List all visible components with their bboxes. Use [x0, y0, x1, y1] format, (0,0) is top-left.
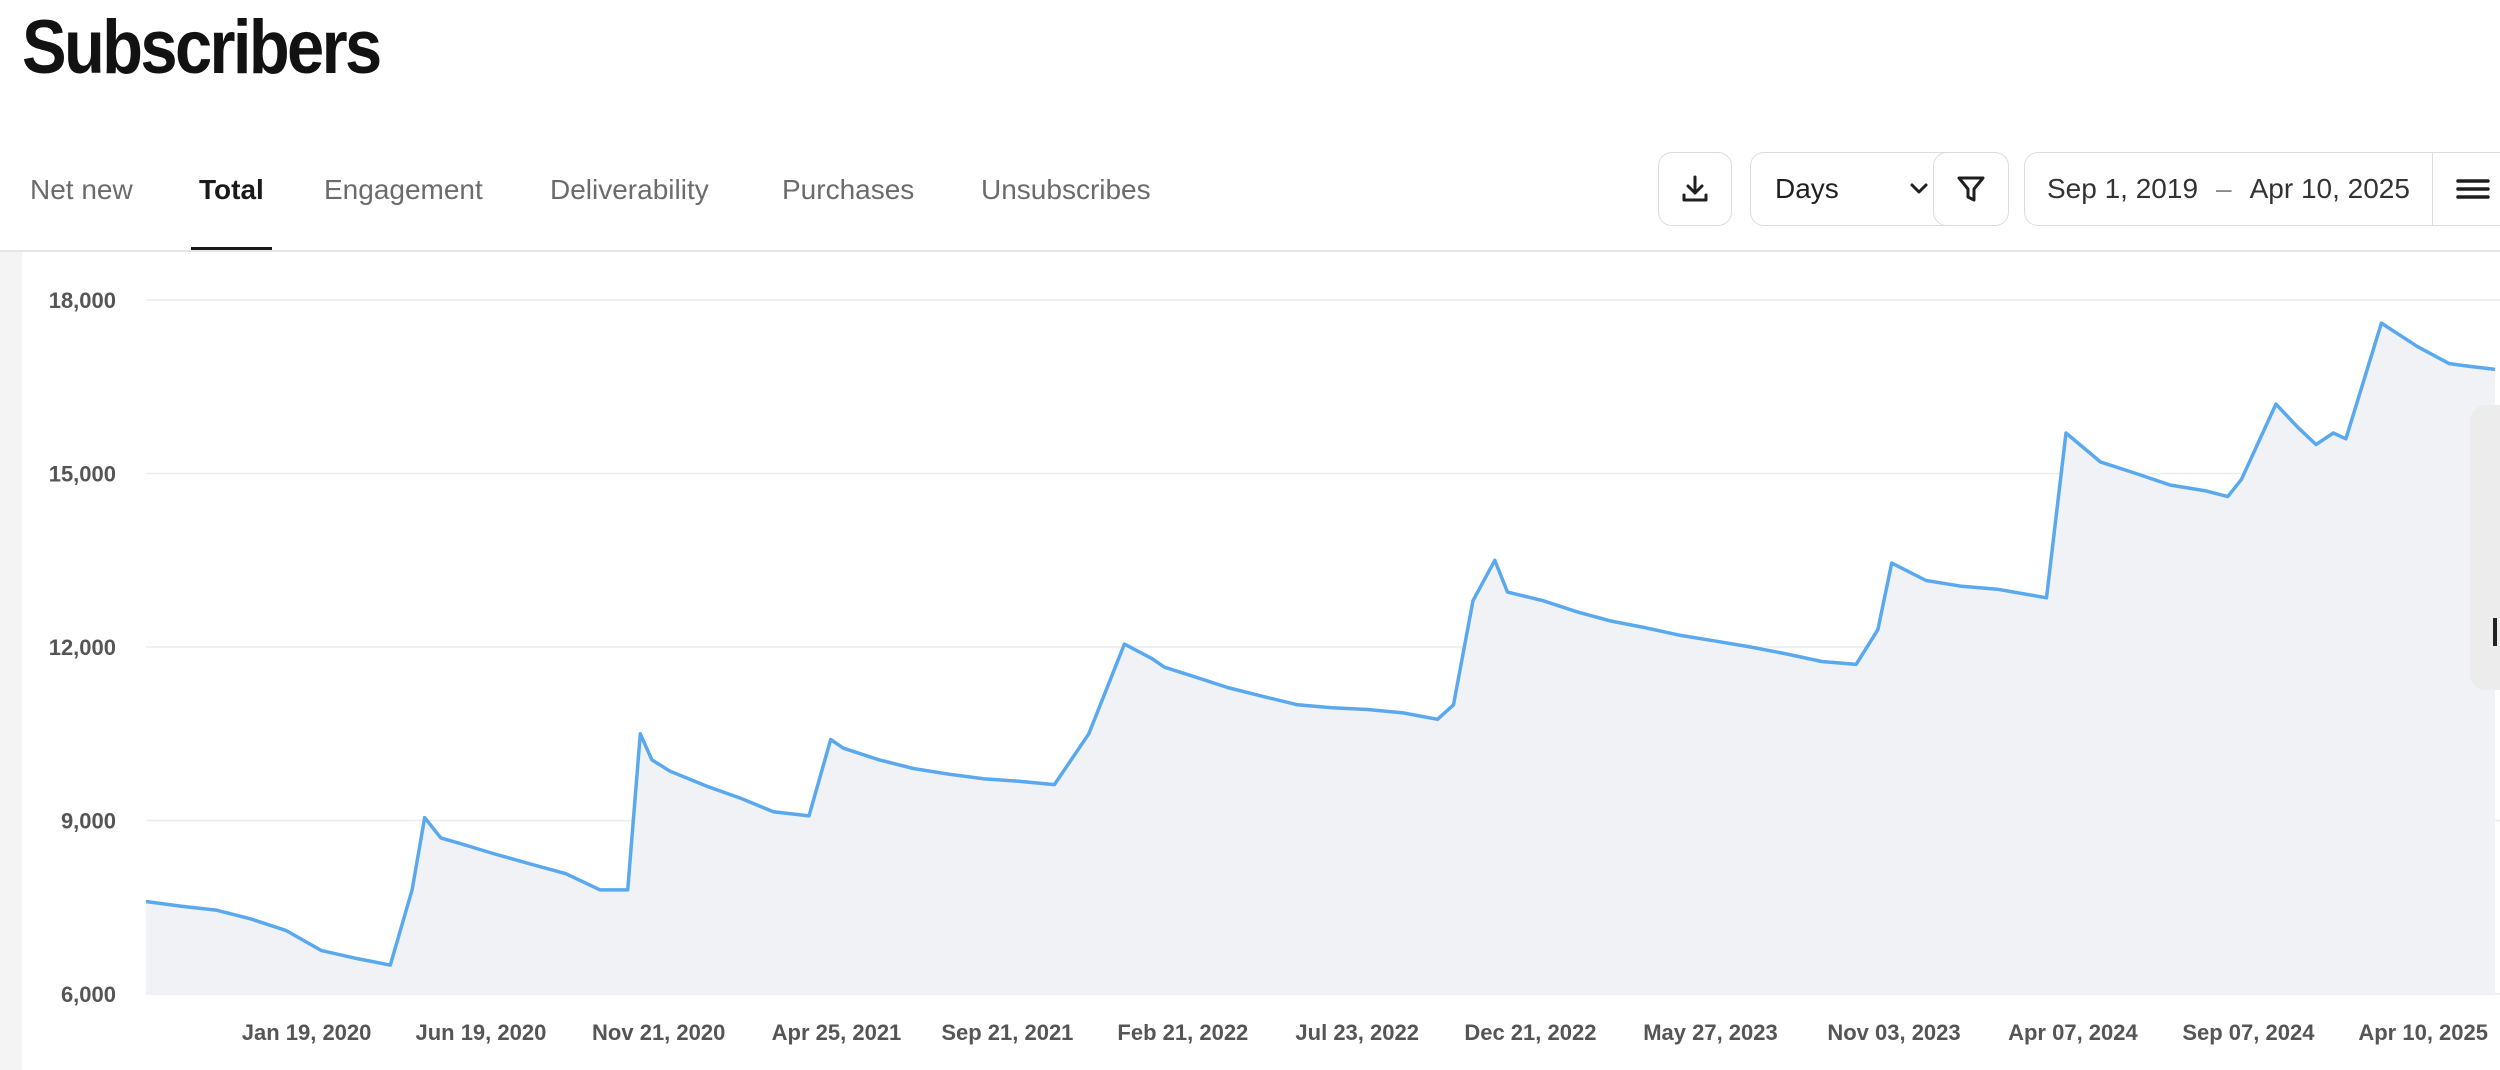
tab-label: Net new — [30, 174, 133, 205]
tab-net-new[interactable]: Net new — [30, 150, 133, 250]
x-tick-label: Apr 10, 2025 — [2358, 1020, 2488, 1045]
date-start: Sep 1, 2019 — [2047, 173, 2199, 204]
tab-label: Purchases — [782, 174, 915, 205]
y-tick-label: 18,000 — [49, 288, 116, 313]
granularity-value: Days — [1775, 173, 1839, 204]
x-tick-label: Jan 19, 2020 — [242, 1020, 372, 1045]
tab-total[interactable]: Total — [191, 150, 272, 250]
page-title: Subscribers — [22, 5, 382, 90]
y-tick-label: 9,000 — [61, 809, 116, 834]
series-area — [146, 323, 2495, 995]
x-tick-label: Sep 21, 2021 — [941, 1020, 1073, 1045]
tab-purchases[interactable]: Purchases — [782, 150, 914, 250]
tab-label: Unsubscribes — [981, 174, 1151, 205]
x-tick-label: Sep 07, 2024 — [2182, 1020, 2315, 1045]
download-icon — [1682, 175, 1708, 202]
y-tick-label: 15,000 — [49, 462, 116, 487]
x-axis-labels: Jan 19, 2020 Jun 19, 2020 Nov 21, 2020 Apr … — [242, 1020, 2488, 1045]
x-tick-label: Apr 25, 2021 — [772, 1020, 902, 1045]
tab-label: Total — [199, 174, 264, 205]
tab-deliverability[interactable]: Deliverability — [550, 150, 709, 250]
x-tick-label: Nov 21, 2020 — [592, 1020, 725, 1045]
y-tick-label: 6,000 — [61, 982, 116, 1007]
x-tick-label: Dec 21, 2022 — [1464, 1020, 1596, 1045]
subscribers-chart: 6,000 9,000 12,000 15,000 18,000 Jan 19, 202… — [49, 288, 2500, 1045]
x-tick-label: Jul 23, 2022 — [1295, 1020, 1419, 1045]
hamburger-menu-icon — [2455, 179, 2490, 199]
filter-button[interactable] — [1933, 152, 2009, 226]
filter-icon — [1957, 176, 1985, 202]
date-end: Apr 10, 2025 — [2249, 173, 2410, 204]
x-tick-label: Nov 03, 2023 — [1827, 1020, 1960, 1045]
tab-label: Deliverability — [550, 174, 709, 205]
menu-button[interactable] — [2432, 152, 2500, 226]
x-tick-label: Jun 19, 2020 — [415, 1020, 546, 1045]
granularity-select[interactable]: Days — [1750, 152, 1960, 226]
y-axis-labels: 6,000 9,000 12,000 15,000 18,000 — [49, 288, 116, 1007]
download-button[interactable] — [1658, 152, 1732, 226]
tab-engagement[interactable]: Engagement — [324, 150, 483, 250]
x-tick-label: Feb 21, 2022 — [1117, 1020, 1248, 1045]
x-tick-label: Apr 07, 2024 — [2008, 1020, 2138, 1045]
text-cursor — [2493, 618, 2497, 646]
side-panel-handle[interactable] — [2470, 405, 2500, 690]
tab-unsubscribes[interactable]: Unsubscribes — [981, 150, 1151, 250]
date-range-picker[interactable]: Sep 1, 2019 – Apr 10, 2025 — [2024, 152, 2500, 226]
x-tick-label: May 27, 2023 — [1643, 1020, 1778, 1045]
date-separator: – — [2216, 173, 2232, 204]
y-tick-label: 12,000 — [49, 635, 116, 660]
chevron-down-icon — [1910, 183, 1928, 194]
tab-label: Engagement — [324, 174, 483, 205]
